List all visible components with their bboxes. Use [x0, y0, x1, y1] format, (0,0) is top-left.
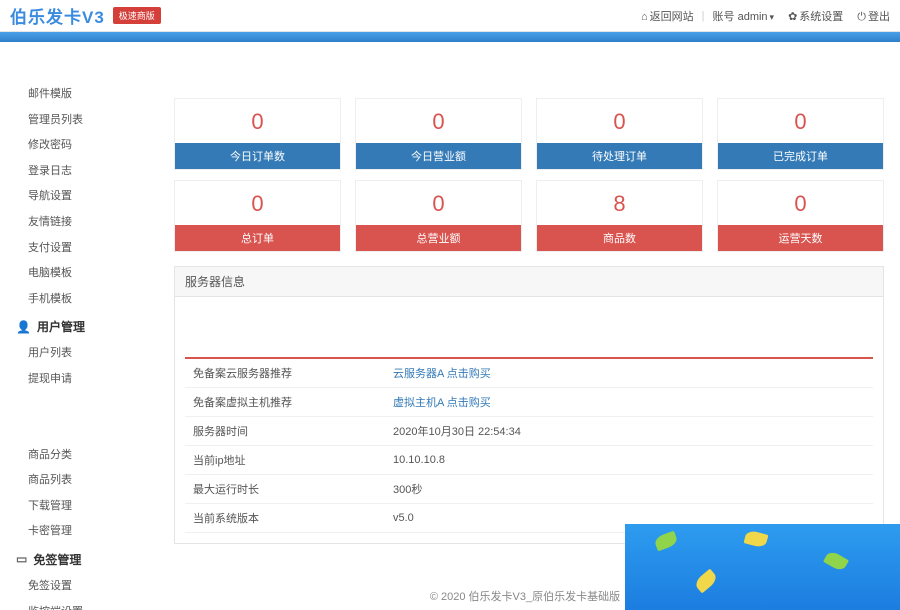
sidebar-item[interactable]: 卡密管理 [0, 519, 150, 545]
account-dropdown[interactable]: 账号 admin▾ [713, 8, 775, 24]
stat-value: 0 [356, 181, 521, 225]
stats-row-1: 0今日订单数0今日营业额0待处理订单0已完成订单 [174, 98, 884, 170]
sidebar-item[interactable]: 手机模板 [0, 287, 150, 313]
sidebar-item[interactable]: 导航设置 [0, 184, 150, 210]
info-value: 300秒 [385, 475, 873, 504]
stat-card[interactable]: 0已完成订单 [717, 98, 884, 170]
info-value: 虚拟主机A 点击购买 [385, 388, 873, 417]
sidebar-item[interactable]: 提现申请 [0, 367, 150, 393]
sidebar-item[interactable]: 支付设置 [0, 236, 150, 262]
info-value: 10.10.10.8 [385, 446, 873, 475]
info-value: 2020年10月30日 22:54:34 [385, 417, 873, 446]
stat-card[interactable]: 0总营业额 [355, 180, 522, 252]
stats-row-2: 0总订单0总营业额8商品数0运营天数 [174, 180, 884, 252]
system-settings-link[interactable]: ✿系统设置 [788, 8, 843, 24]
sidebar-header-user[interactable]: 👤用户管理 [0, 312, 150, 341]
info-row: 免备案虚拟主机推荐虚拟主机A 点击购买 [185, 388, 873, 417]
stat-value: 0 [175, 99, 340, 143]
stat-card[interactable]: 0待处理订单 [536, 98, 703, 170]
stat-value: 0 [718, 181, 883, 225]
card-icon: ▭ [16, 552, 27, 566]
info-value: 云服务器A 点击购买 [385, 358, 873, 388]
stat-label: 运营天数 [718, 225, 883, 251]
sidebar-item[interactable]: 下载管理 [0, 494, 150, 520]
logo[interactable]: 伯乐发卡V3 [10, 3, 105, 28]
topbar-left: 伯乐发卡V3 极速商版 [10, 3, 161, 28]
sidebar-item[interactable]: 商品列表 [0, 468, 150, 494]
sidebar-item[interactable]: 免签设置 [0, 574, 150, 600]
stat-card[interactable]: 0今日营业额 [355, 98, 522, 170]
sidebar-header-sign[interactable]: ▭免签管理 [0, 545, 150, 574]
stat-label: 总订单 [175, 225, 340, 251]
server-info-panel: 服务器信息 免备案云服务器推荐云服务器A 点击购买免备案虚拟主机推荐虚拟主机A … [174, 266, 884, 544]
gear-icon: ✿ [788, 11, 797, 23]
stat-value: 0 [718, 99, 883, 143]
info-key: 当前ip地址 [185, 446, 385, 475]
sidebar-item[interactable]: 监控端设置 [0, 600, 150, 610]
return-site-link[interactable]: ⌂返回网站 [641, 8, 694, 24]
stat-card[interactable]: 0运营天数 [717, 180, 884, 252]
stat-value: 0 [175, 181, 340, 225]
user-icon: 👤 [16, 320, 31, 334]
panel-header: 服务器信息 [175, 267, 883, 297]
floating-promo[interactable] [625, 524, 900, 610]
sidebar-item[interactable]: 友情链接 [0, 210, 150, 236]
sidebar: 邮件模版管理员列表修改密码登录日志导航设置友情链接支付设置电脑模板手机模板 👤用… [0, 42, 150, 610]
info-key: 免备案云服务器推荐 [185, 358, 385, 388]
separator: | [702, 10, 705, 22]
caret-down-icon: ▾ [770, 12, 775, 22]
stat-label: 已完成订单 [718, 143, 883, 169]
stat-label: 总营业额 [356, 225, 521, 251]
server-info-table: 免备案云服务器推荐云服务器A 点击购买免备案虚拟主机推荐虚拟主机A 点击购买服务… [185, 357, 873, 533]
info-key: 免备案虚拟主机推荐 [185, 388, 385, 417]
info-row: 免备案云服务器推荐云服务器A 点击购买 [185, 358, 873, 388]
info-link[interactable]: 虚拟主机A 点击购买 [393, 397, 491, 409]
stat-value: 0 [356, 99, 521, 143]
power-icon: ⏻ [857, 11, 866, 23]
stat-card[interactable]: 8商品数 [536, 180, 703, 252]
stat-card[interactable]: 0今日订单数 [174, 98, 341, 170]
stat-value: 8 [537, 181, 702, 225]
sidebar-item[interactable]: 登录日志 [0, 159, 150, 185]
topbar: 伯乐发卡V3 极速商版 ⌂返回网站 | 账号 admin▾ ✿系统设置 ⏻登出 [0, 0, 900, 32]
info-row: 服务器时间2020年10月30日 22:54:34 [185, 417, 873, 446]
info-key: 最大运行时长 [185, 475, 385, 504]
sidebar-item[interactable]: 管理员列表 [0, 108, 150, 134]
info-row: 最大运行时长300秒 [185, 475, 873, 504]
stat-label: 今日订单数 [175, 143, 340, 169]
stat-label: 今日营业额 [356, 143, 521, 169]
logout-link[interactable]: ⏻登出 [857, 8, 890, 24]
sidebar-item[interactable]: 电脑模板 [0, 261, 150, 287]
stat-card[interactable]: 0总订单 [174, 180, 341, 252]
stat-label: 待处理订单 [537, 143, 702, 169]
home-icon: ⌂ [641, 11, 648, 23]
info-row: 当前ip地址10.10.10.8 [185, 446, 873, 475]
info-link[interactable]: 云服务器A 点击购买 [393, 368, 491, 380]
bluebar [0, 32, 900, 42]
sidebar-item[interactable]: 商品分类 [0, 443, 150, 469]
sidebar-item[interactable]: 用户列表 [0, 341, 150, 367]
sidebar-item[interactable]: 邮件模版 [0, 82, 150, 108]
info-key: 当前系统版本 [185, 504, 385, 533]
stat-label: 商品数 [537, 225, 702, 251]
info-key: 服务器时间 [185, 417, 385, 446]
version-badge: 极速商版 [113, 7, 161, 24]
sidebar-item[interactable]: 修改密码 [0, 133, 150, 159]
stat-value: 0 [537, 99, 702, 143]
topbar-right: ⌂返回网站 | 账号 admin▾ ✿系统设置 ⏻登出 [641, 8, 890, 24]
